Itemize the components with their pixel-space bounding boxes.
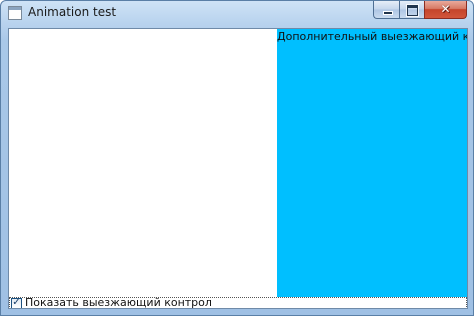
- close-icon: ✕: [440, 2, 451, 16]
- sliding-panel-text: Дополнительный выезжающий контен: [277, 30, 467, 43]
- show-slider-checkbox-row[interactable]: ✓ Показать выезжающий контрол: [9, 296, 467, 308]
- checkmark-icon: ✓: [12, 297, 21, 308]
- maximize-button[interactable]: [399, 1, 424, 19]
- minimize-button[interactable]: [373, 1, 399, 19]
- window-app-icon[interactable]: [8, 6, 22, 20]
- sliding-content-panel: Дополнительный выезжающий контен: [277, 29, 467, 297]
- window-title: Animation test: [28, 5, 117, 19]
- client-area: Дополнительный выезжающий контен ✓ Показ…: [8, 28, 468, 309]
- maximize-icon: [407, 5, 418, 16]
- close-button[interactable]: ✕: [424, 1, 467, 19]
- show-slider-checkbox-label[interactable]: Показать выезжающий контрол: [25, 296, 212, 308]
- minimize-icon: [383, 11, 393, 15]
- app-window: Animation test ✕ Дополнительный выезжающ…: [0, 0, 474, 316]
- title-bar[interactable]: Animation test ✕: [1, 1, 473, 25]
- show-slider-checkbox[interactable]: ✓: [11, 297, 22, 308]
- caption-buttons: ✕: [373, 1, 467, 20]
